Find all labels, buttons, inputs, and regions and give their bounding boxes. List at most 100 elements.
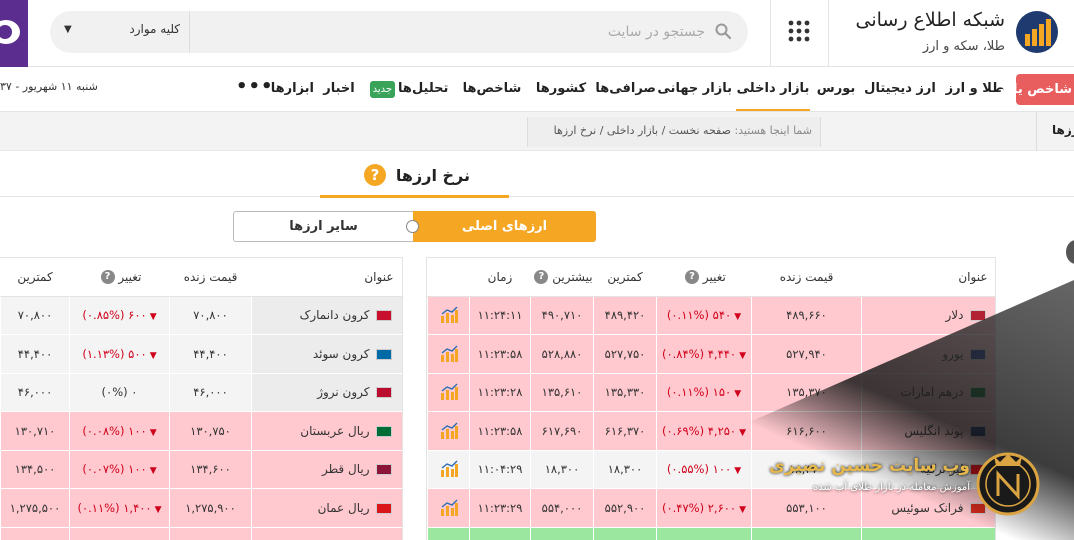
- table-row[interactable]: فرانک سوئیس ۵۵۳,۱۰۰ ▼۲,۶۰۰ (۰.۴۷%) ۵۵۲,۹۰۰ ۵…: [427, 488, 995, 528]
- help-icon[interactable]: ?: [100, 270, 115, 284]
- arrow-down-icon: ▼: [734, 466, 742, 477]
- site-title[interactable]: شبکه اطلاع رسانی: [840, 9, 1006, 31]
- category-select[interactable]: کلیه موارد ▼: [60, 22, 180, 42]
- nav-item-stock[interactable]: بورس: [816, 76, 856, 102]
- chart-cell[interactable]: [427, 373, 470, 412]
- table-row[interactable]: [0, 527, 402, 540]
- chart-icon[interactable]: [439, 306, 459, 324]
- currency-name[interactable]: یورو: [861, 334, 995, 374]
- title-divider: [0, 196, 1074, 197]
- help-icon[interactable]: ?: [685, 270, 700, 284]
- nav-item-news[interactable]: اخبار: [320, 76, 358, 102]
- arrow-down-icon: ▼: [739, 427, 747, 438]
- nav-item-tools[interactable]: ابزارها: [271, 76, 314, 102]
- currency-name-label: کرون سوئد: [312, 346, 370, 361]
- flag-icon: [969, 348, 986, 360]
- currency-name[interactable]: پوند انگلیس: [861, 411, 995, 451]
- nav-item-indices[interactable]: شاخص‌ها: [458, 76, 526, 102]
- currency-name-label: پوند انگلیس: [904, 423, 964, 438]
- chart-icon[interactable]: [439, 460, 459, 478]
- currency-name[interactable]: ریال قطر: [251, 450, 402, 489]
- nav-item-gold-currency[interactable]: طلا و ارز: [944, 76, 1006, 102]
- side-app-logo[interactable]: [0, 0, 28, 67]
- col-header-low: کمترین: [593, 258, 657, 297]
- col-header-high-label: بیشترین: [552, 269, 593, 284]
- price-change-value: ۱۰۰ (۰.۵۵%): [666, 462, 732, 477]
- update-time: ۱۱:۲۳:۵۸: [469, 334, 531, 374]
- search-icon[interactable]: [714, 22, 732, 40]
- price-change: ۰ (۰%): [69, 373, 170, 412]
- table-row[interactable]: کرون نروژ ۴۶,۰۰۰ ۰ (۰%) ۴۶,۰۰۰: [0, 373, 402, 412]
- site-logo-icon[interactable]: [1015, 10, 1059, 54]
- header-divider: [828, 0, 829, 67]
- main-currencies-table: عنوان قیمت زنده تغییر ? کمترین بیشترین ?…: [427, 258, 995, 540]
- currency-name[interactable]: کرون سوئد: [251, 334, 402, 374]
- currency-name[interactable]: درهم امارات: [861, 373, 995, 412]
- chart-cell[interactable]: [427, 488, 470, 528]
- chart-cell[interactable]: [427, 411, 470, 451]
- chart-icon[interactable]: [439, 345, 459, 363]
- highest-price: ۴۹۰,۷۱۰: [530, 296, 594, 335]
- search-input[interactable]: [200, 14, 705, 50]
- apps-grid-icon[interactable]: [787, 19, 811, 43]
- chevron-down-icon: ▼: [64, 24, 72, 35]
- chart-icon[interactable]: [439, 422, 459, 440]
- chart-cell[interactable]: [427, 450, 470, 489]
- help-icon[interactable]: ?: [534, 270, 549, 284]
- chart-icon[interactable]: [439, 499, 459, 517]
- row-cell: [0, 527, 70, 540]
- table-row[interactable]: درهم امارات ۱۳۵,۳۷۰ ▼۱۵۰ (۰.۱۱%) ۱۳۵,۳۳۰ ۱۳۵…: [427, 373, 995, 412]
- currency-name[interactable]: کرون دانمارک: [251, 296, 402, 335]
- table-row[interactable]: یورو ۵۲۷,۹۴۰ ▼۴,۴۴۰ (۰.۸۴%) ۵۲۷,۷۵۰ ۵۲۸,۸۸۰ ۱…: [427, 334, 995, 374]
- nav-item-global-market[interactable]: بازار جهانی: [657, 76, 732, 102]
- table-row[interactable]: دلار ۴۸۹,۶۶۰ ▼۵۴۰ (۰.۱۱%) ۴۸۹,۴۲۰ ۴۹۰,۷۱۰ ۱۱:…: [427, 296, 995, 335]
- nav-item-domestic-market[interactable]: بازار داخلی: [736, 76, 810, 111]
- lowest-price: ۴۴,۴۰۰: [0, 334, 70, 374]
- live-price: ۶۱۶,۶۰۰: [751, 411, 862, 451]
- more-menu-icon[interactable]: •••: [236, 76, 273, 102]
- table-row[interactable]: ریال عمان ۱,۲۷۵,۹۰۰ ▼۱,۴۰۰ (۰.۱۱%) ۱,۲۷۵,۵۰…: [0, 488, 402, 528]
- tab-main-currencies[interactable]: ارزهای اصلی: [413, 211, 596, 242]
- chart-cell[interactable]: [427, 296, 470, 335]
- row-cell: [251, 527, 402, 540]
- scroll-handle[interactable]: [1066, 240, 1074, 264]
- table-row[interactable]: ریال قطر ۱۳۴,۶۰۰ ▼۱۰۰ (۰.۰۷%) ۱۳۴,۵۰۰: [0, 450, 402, 489]
- arrow-down-icon: ▼: [154, 504, 162, 515]
- table-row[interactable]: پوند انگلیس ۶۱۶,۶۰۰ ▼۴,۲۵۰ (۰.۶۹%) ۶۱۶,۳۷۰ ۶…: [427, 411, 995, 451]
- new-badge: جدید: [369, 81, 396, 98]
- table-row[interactable]: ریال عربستان ۱۳۰,۷۵۰ ▼۱۰۰ (۰.۰۸%) ۱۳۰,۷۱۰: [0, 411, 402, 451]
- currency-name[interactable]: ریال عربستان: [251, 411, 402, 451]
- price-change-value: ۴,۲۵۰ (۰.۶۹%): [661, 423, 737, 438]
- row-cell: [69, 527, 170, 540]
- chart-icon[interactable]: [439, 383, 459, 401]
- currency-name-label: ریال عمان: [317, 500, 370, 515]
- breadcrumb-path[interactable]: صفحه نخست / بازار داخلی / نرخ ارزها: [554, 124, 731, 137]
- currency-name[interactable]: ریال عمان: [251, 488, 402, 528]
- price-change: ▼۴,۲۵۰ (۰.۶۹%): [656, 411, 752, 451]
- table-row[interactable]: کرون سوئد ۴۴,۴۰۰ ▼۵۰۰ (۱.۱۳%) ۴۴,۴۰۰: [0, 334, 402, 374]
- tab-other-currencies[interactable]: سایر ارزها: [234, 212, 413, 241]
- currency-name-label: ریال قطر: [321, 462, 370, 477]
- flag-icon: [375, 464, 392, 476]
- table-row[interactable]: کرون دانمارک ۷۰,۸۰۰ ▼۶۰۰ (۰.۸۵%) ۷۰,۸۰۰: [0, 296, 402, 335]
- row-cell: [593, 527, 657, 540]
- col-header-title: عنوان: [251, 258, 402, 297]
- index-finder-button[interactable]: شاخص یاب: [1000, 74, 1074, 105]
- currency-name-label: فرانک سوئیس: [891, 500, 964, 515]
- highest-price: ۱۳۵,۶۱۰: [530, 373, 594, 412]
- update-time: ۱۱:۰۴:۲۹: [469, 450, 531, 489]
- help-icon[interactable]: ?: [364, 164, 386, 186]
- nav-item-exchanges[interactable]: صرافی‌ها: [595, 76, 656, 102]
- toggle-knob[interactable]: [406, 220, 419, 233]
- currency-name[interactable]: دلار: [861, 296, 995, 335]
- nav-item-countries[interactable]: کشورها: [533, 76, 589, 102]
- flag-icon: [375, 387, 392, 399]
- row-cell: [751, 527, 862, 540]
- nav-item-analysis[interactable]: تحلیل‌هاجدید: [364, 76, 454, 102]
- flag-icon: [375, 310, 392, 322]
- nav-item-crypto[interactable]: ارز دیجیتال: [862, 76, 938, 102]
- table-row[interactable]: [427, 527, 995, 540]
- live-price: ۱,۲۷۵,۹۰۰: [169, 488, 252, 528]
- currency-name[interactable]: کرون نروژ: [251, 373, 402, 412]
- chart-cell[interactable]: [427, 334, 470, 374]
